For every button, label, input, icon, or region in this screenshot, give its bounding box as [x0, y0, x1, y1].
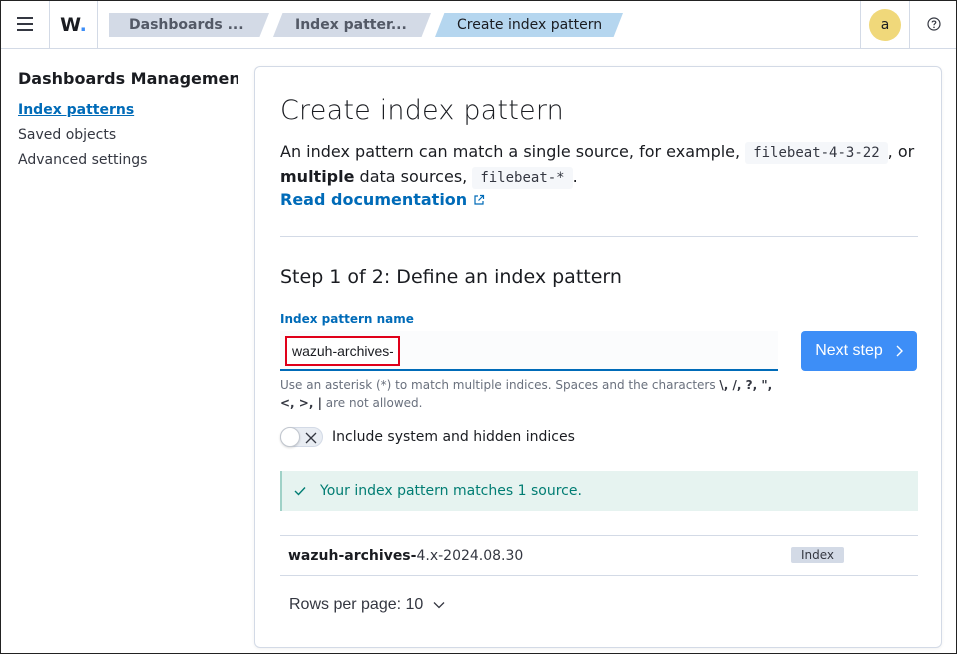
- help-chars-1: \, /, ?, ",: [719, 378, 773, 392]
- breadcrumb: Dashboards ... Index patter... Create in…: [109, 13, 627, 37]
- check-icon: [294, 486, 306, 496]
- help-text-2: are not allowed.: [321, 396, 423, 410]
- management-sidebar: Dashboards Management Index patterns Sav…: [18, 69, 240, 173]
- chevron-down-icon: [433, 601, 445, 609]
- avatar[interactable]: a: [869, 9, 901, 41]
- sidebar-item-index-patterns[interactable]: Index patterns: [18, 98, 240, 123]
- wazuh-logo: W.: [60, 14, 87, 36]
- close-icon: [305, 430, 317, 449]
- match-success-callout: Your index pattern matches 1 source.: [280, 471, 918, 511]
- step-title: Step 1 of 2: Define an index pattern: [280, 266, 622, 288]
- index-name-rest: 4.x-2024.08.30: [416, 547, 524, 564]
- rows-per-page-button[interactable]: Rows per page: 10: [289, 596, 445, 614]
- menu-button[interactable]: [1, 1, 50, 49]
- index-pattern-name-field: [280, 331, 778, 371]
- breadcrumb-create-index-pattern: Create index pattern: [435, 13, 623, 37]
- desc-text-4: .: [572, 167, 578, 186]
- desc-text-3: data sources,: [354, 167, 473, 186]
- external-link-icon: [473, 194, 485, 206]
- chevron-right-icon: [895, 345, 903, 357]
- page-description: An index pattern can match a single sour…: [280, 140, 920, 190]
- help-circle-icon: [926, 16, 941, 35]
- desc-text-2: , or: [887, 142, 915, 161]
- switch-knob: [280, 427, 300, 447]
- next-step-label: Next step: [815, 342, 883, 359]
- sidebar-title: Dashboards Management: [18, 69, 238, 88]
- breadcrumb-index-patterns[interactable]: Index patter...: [273, 13, 431, 37]
- desc-bold: multiple: [280, 167, 355, 186]
- read-documentation-label: Read documentation: [280, 190, 468, 209]
- page-title: Create index pattern: [280, 95, 564, 126]
- hamburger-icon: [17, 16, 33, 35]
- help-chars-2: <, >, |: [280, 396, 322, 410]
- example-code-single: filebeat-4-3-22: [745, 142, 888, 164]
- rows-per-page-label: Rows per page: 10: [289, 596, 424, 613]
- sidebar-item-saved-objects[interactable]: Saved objects: [18, 123, 240, 148]
- index-pattern-name-label: Index pattern name: [280, 312, 414, 326]
- matching-indices-table: wazuh-archives-4.x-2024.08.30 Index: [280, 535, 918, 576]
- help-text-1: Use an asterisk (*) to match multiple in…: [280, 378, 720, 392]
- index-pattern-name-input[interactable]: [285, 336, 400, 366]
- desc-text-1: An index pattern can match a single sour…: [280, 142, 746, 161]
- section-divider: [280, 236, 918, 237]
- index-name: wazuh-archives-4.x-2024.08.30: [288, 548, 523, 564]
- app-window: W. Dashboards ... Index patter... Create…: [0, 0, 957, 654]
- sidebar-item-advanced-settings[interactable]: Advanced settings: [18, 148, 240, 173]
- create-index-pattern-panel: Create index pattern An index pattern ca…: [254, 66, 942, 648]
- top-header: W. Dashboards ... Index patter... Create…: [1, 1, 956, 49]
- sidebar-nav: Index patterns Saved objects Advanced se…: [18, 98, 240, 173]
- example-code-multiple: filebeat-*: [472, 167, 573, 189]
- table-row: wazuh-archives-4.x-2024.08.30 Index: [280, 536, 918, 576]
- user-menu: a: [860, 1, 910, 49]
- breadcrumb-dashboards[interactable]: Dashboards ...: [109, 13, 269, 37]
- index-name-match: wazuh-archives-: [288, 547, 417, 564]
- include-hidden-label: Include system and hidden indices: [332, 429, 575, 445]
- include-hidden-switch[interactable]: [280, 427, 323, 447]
- read-documentation-link[interactable]: Read documentation: [280, 190, 485, 209]
- index-type-badge: Index: [791, 547, 845, 563]
- index-pattern-help-text: Use an asterisk (*) to match multiple in…: [280, 376, 780, 412]
- include-hidden-toggle-row: Include system and hidden indices: [280, 427, 575, 447]
- home-logo-link[interactable]: W.: [50, 1, 98, 49]
- callout-text: Your index pattern matches 1 source.: [320, 483, 582, 499]
- next-step-button[interactable]: Next step: [801, 331, 917, 371]
- help-button[interactable]: [911, 1, 956, 49]
